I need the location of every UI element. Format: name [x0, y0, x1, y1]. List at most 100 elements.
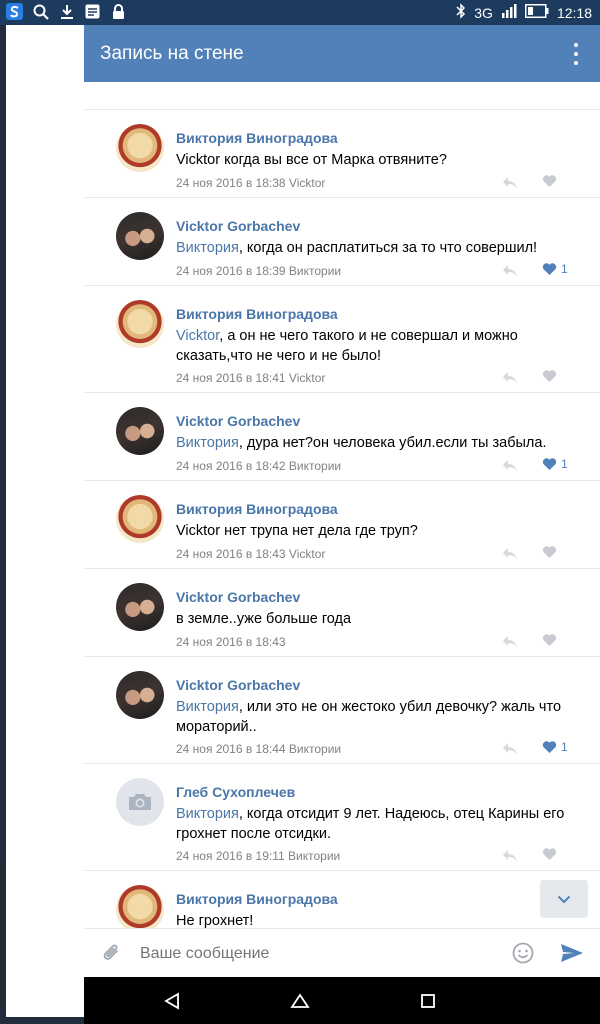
reply-icon[interactable]: [502, 371, 518, 385]
like-button[interactable]: 1: [542, 457, 568, 471]
like-count: 1: [561, 740, 568, 754]
comment-item[interactable]: Vicktor Gorbachev Виктория, или это не он…: [84, 657, 600, 764]
like-count: 1: [561, 457, 568, 471]
download-icon: [58, 3, 75, 20]
comment-author[interactable]: Глеб Сухоплечев: [176, 784, 295, 800]
network-type: 3G: [474, 4, 493, 21]
comment-author[interactable]: Виктория Виноградова: [176, 306, 338, 322]
emoji-icon[interactable]: [512, 942, 534, 969]
background-panel-edge: [0, 860, 6, 1010]
comment-author[interactable]: Виктория Виноградова: [176, 891, 338, 907]
lock-icon: [110, 3, 127, 20]
comment-author[interactable]: Виктория Виноградова: [176, 501, 338, 517]
background-panel: [6, 25, 84, 1017]
comment-item[interactable]: Vicktor Gorbachev в земле..уже больше год…: [84, 569, 600, 657]
send-icon[interactable]: [560, 943, 584, 968]
news-icon: [84, 3, 101, 20]
comment-meta: 24 ноя 2016 в 18:41 Vicktor: [176, 371, 326, 385]
like-button[interactable]: 1: [542, 262, 568, 276]
comment-text: Виктория, дура нет?он человека убил.если…: [176, 433, 576, 453]
comment-author[interactable]: Vicktor Gorbachev: [176, 218, 300, 234]
avatar[interactable]: [116, 124, 164, 172]
comment-text: Виктория, когда отсидит 9 лет. Надеюсь, …: [176, 804, 576, 844]
comment-meta: 24 ноя 2016 в 19:11 Виктории: [176, 849, 341, 863]
comment-meta: 24 ноя 2016 в 18:42 Виктории: [176, 459, 342, 473]
comment-author[interactable]: Vicktor Gorbachev: [176, 677, 300, 693]
comment-text: Виктория, когда он расплатиться за то чт…: [176, 238, 576, 258]
avatar[interactable]: [116, 583, 164, 631]
heart-icon: [542, 634, 557, 646]
battery-icon: [524, 4, 549, 21]
recents-square-icon[interactable]: [416, 989, 440, 1013]
system-nav-bar: [84, 977, 600, 1024]
like-button[interactable]: [542, 633, 557, 647]
paperclip-icon[interactable]: [102, 943, 122, 970]
status-bar: 3G 12:18: [0, 0, 600, 25]
comment-item[interactable]: Виктория Виноградова Vicktor когда вы все…: [84, 110, 600, 198]
message-input[interactable]: [140, 945, 490, 963]
comment-text-segment: , дура нет?он человека убил.если ты забы…: [238, 435, 547, 451]
like-button[interactable]: [542, 174, 557, 188]
mention-link[interactable]: Vicktor: [176, 328, 219, 344]
comment-item[interactable]: 22 ноя 2016 в 12:451: [84, 82, 600, 110]
search-icon: [32, 3, 49, 20]
avatar[interactable]: [116, 495, 164, 543]
comment-text-segment: Vicktor когда вы все от Марка отвяните?: [176, 152, 447, 168]
comment-item[interactable]: Виктория Виноградова Vicktor, а он не чег…: [84, 286, 600, 393]
like-button[interactable]: [542, 545, 557, 559]
home-icon[interactable]: [288, 989, 312, 1013]
chevron-down-icon: [557, 895, 571, 903]
comment-author[interactable]: Vicktor Gorbachev: [176, 413, 300, 429]
signal-icon: [501, 3, 517, 22]
reply-icon[interactable]: [502, 459, 518, 473]
comment-text: Vicktor, а он не чего такого и не соверш…: [176, 326, 576, 366]
reply-icon[interactable]: [502, 176, 518, 190]
scroll-down-button[interactable]: [540, 880, 588, 918]
comment-text: Виктория, или это не он жестоко убил дев…: [176, 697, 576, 737]
avatar[interactable]: [116, 407, 164, 455]
reply-icon[interactable]: [502, 849, 518, 863]
mention-link[interactable]: Виктория: [176, 699, 239, 715]
bluetooth-icon: [456, 3, 466, 22]
reply-icon[interactable]: [502, 635, 518, 649]
comments-list[interactable]: 22 ноя 2016 в 12:451Виктория Виноградова…: [84, 82, 600, 928]
mention-link[interactable]: Виктория: [176, 240, 239, 256]
avatar[interactable]: [116, 212, 164, 260]
comment-author[interactable]: Vicktor Gorbachev: [176, 589, 300, 605]
like-button[interactable]: 1: [542, 740, 568, 754]
app-window: Запись на стене 22 ноя 2016 в 12:451Викт…: [84, 25, 600, 977]
page-title: Запись на стене: [100, 43, 244, 64]
mention-link[interactable]: Виктория: [176, 806, 239, 822]
reply-icon[interactable]: [502, 547, 518, 561]
heart-icon: [542, 175, 557, 187]
comment-item[interactable]: Виктория Виноградова Vicktor нет трупа не…: [84, 481, 600, 569]
mention-link[interactable]: Виктория: [176, 435, 239, 451]
avatar[interactable]: [116, 778, 164, 826]
comment-text: Vicktor нет трупа нет дела где труп?: [176, 521, 576, 541]
back-triangle-icon[interactable]: [160, 989, 184, 1013]
comment-meta: 24 ноя 2016 в 18:38 Vicktor: [176, 176, 326, 190]
reply-icon[interactable]: [502, 742, 518, 756]
more-vertical-icon[interactable]: [572, 43, 580, 65]
reply-icon[interactable]: [502, 264, 518, 278]
comment-text-segment: , а он не чего такого и не совершал и мо…: [176, 328, 518, 364]
comment-item[interactable]: Виктория Виноградова Не грохнет!: [84, 871, 600, 928]
heart-icon: [542, 370, 557, 382]
message-composer: [84, 928, 600, 977]
comment-item[interactable]: Глеб Сухоплечев Виктория, когда отсидит 9…: [84, 764, 600, 871]
avatar[interactable]: [116, 671, 164, 719]
comment-text: в земле..уже больше года: [176, 609, 576, 629]
avatar[interactable]: [116, 300, 164, 348]
comment-item[interactable]: Vicktor Gorbachev Виктория, когда он расп…: [84, 198, 600, 286]
comment-item[interactable]: Vicktor Gorbachev Виктория, дура нет?он ч…: [84, 393, 600, 481]
s-logo-icon: [6, 3, 23, 20]
comment-meta: 24 ноя 2016 в 18:44 Виктории: [176, 742, 342, 756]
comment-text-segment: Vicktor нет трупа нет дела где труп?: [176, 523, 418, 539]
like-button[interactable]: [542, 369, 557, 383]
like-button[interactable]: [542, 847, 557, 861]
comment-author[interactable]: Виктория Виноградова: [176, 130, 338, 146]
avatar[interactable]: [116, 885, 164, 928]
heart-icon: [542, 263, 557, 275]
comment-meta: 24 ноя 2016 в 18:43 Vicktor: [176, 547, 326, 561]
comment-text-segment: Не грохнет!: [176, 913, 254, 928]
